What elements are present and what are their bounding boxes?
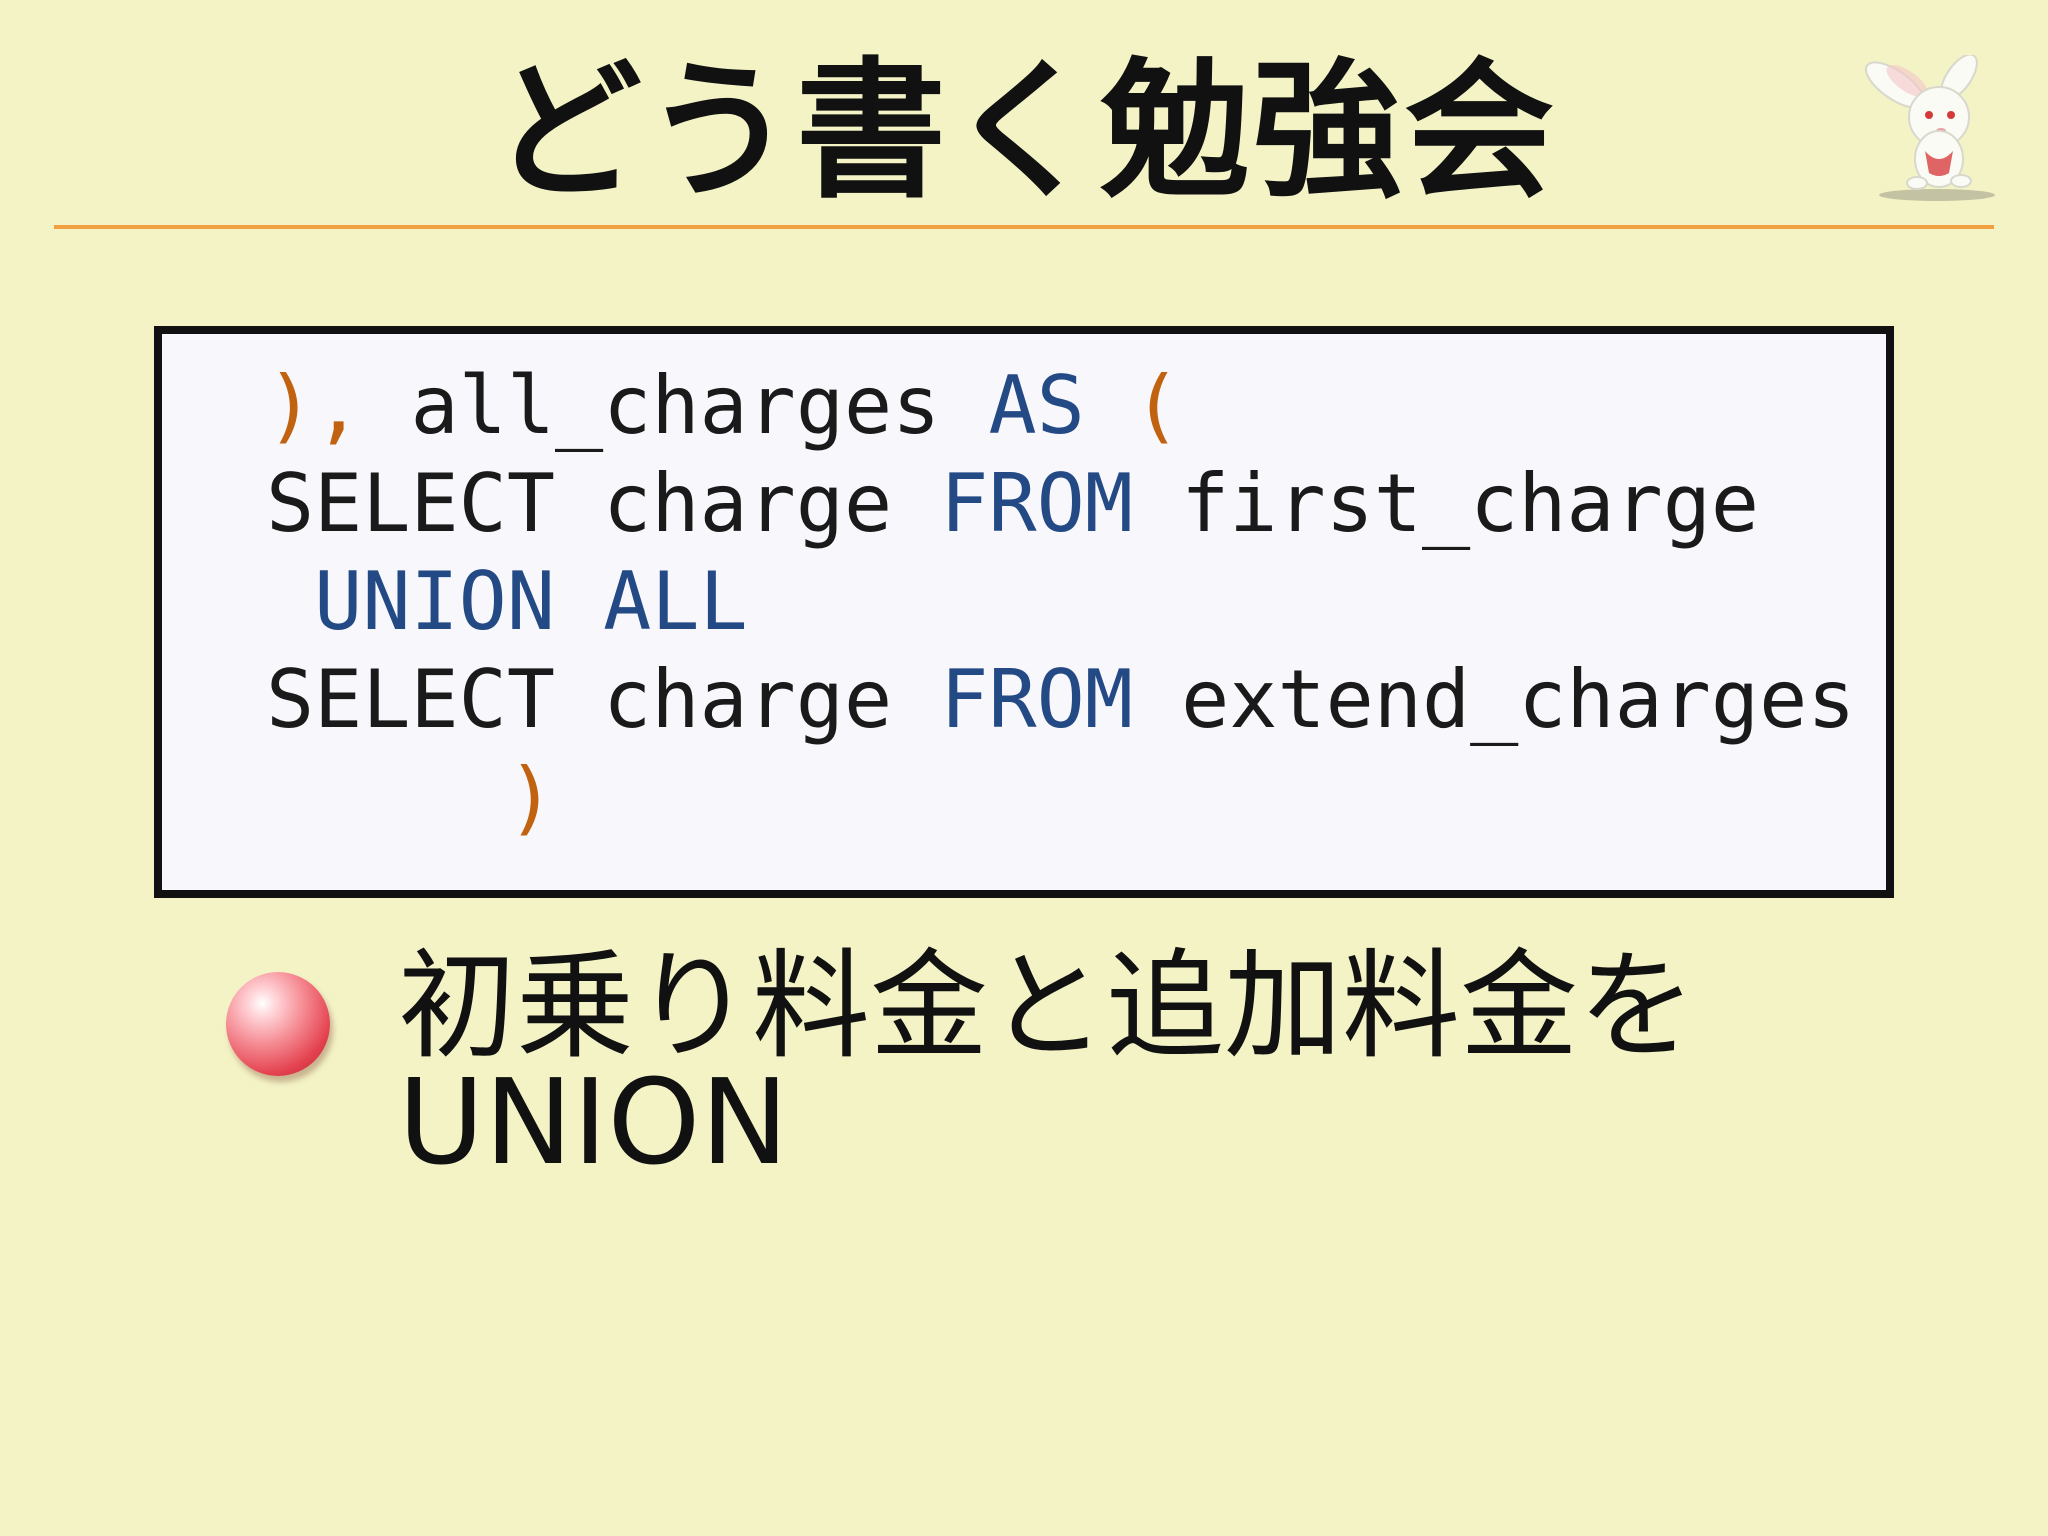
white-rabbit-mascot-icon xyxy=(1865,55,1995,201)
code-line: SELECT charge FROM first_charge xyxy=(266,454,1759,554)
code-text: SELECT charge xyxy=(266,653,941,746)
bullet-text-line: 初乗り料金と追加料金を xyxy=(398,937,1697,1075)
code-keyword: FROM xyxy=(940,653,1133,746)
red-sphere-bullet-icon xyxy=(226,972,330,1076)
code-punctuation: ( xyxy=(1132,359,1182,452)
bullet-item: 初乗り料金と追加料金を UNION xyxy=(398,937,1898,1191)
title-divider xyxy=(54,225,1994,229)
code-punctuation: ) xyxy=(266,359,315,452)
code-block: ), all_charges AS ( SELECT charge FROM f… xyxy=(154,326,1894,898)
code-text: extend_charges xyxy=(1132,653,1856,746)
slide-title: どう書く勉強会 xyxy=(491,45,1556,219)
code-text: all_charges xyxy=(362,359,989,452)
code-line: SELECT charge FROM extend_charges xyxy=(266,650,1855,750)
code-line: ) xyxy=(266,748,555,848)
code-line: ), all_charges AS ( xyxy=(266,356,1181,456)
code-keyword: FROM xyxy=(940,457,1133,550)
code-text: first_charge xyxy=(1132,457,1760,550)
code-text: SELECT charge xyxy=(266,457,941,550)
code-punctuation: ) xyxy=(506,751,555,844)
code-keyword: UNION ALL xyxy=(314,555,748,648)
bullet-text-line: UNION xyxy=(398,1053,789,1191)
code-keyword: AS xyxy=(988,359,1085,452)
code-line: UNION ALL xyxy=(266,552,748,652)
code-punctuation: , xyxy=(314,359,363,452)
